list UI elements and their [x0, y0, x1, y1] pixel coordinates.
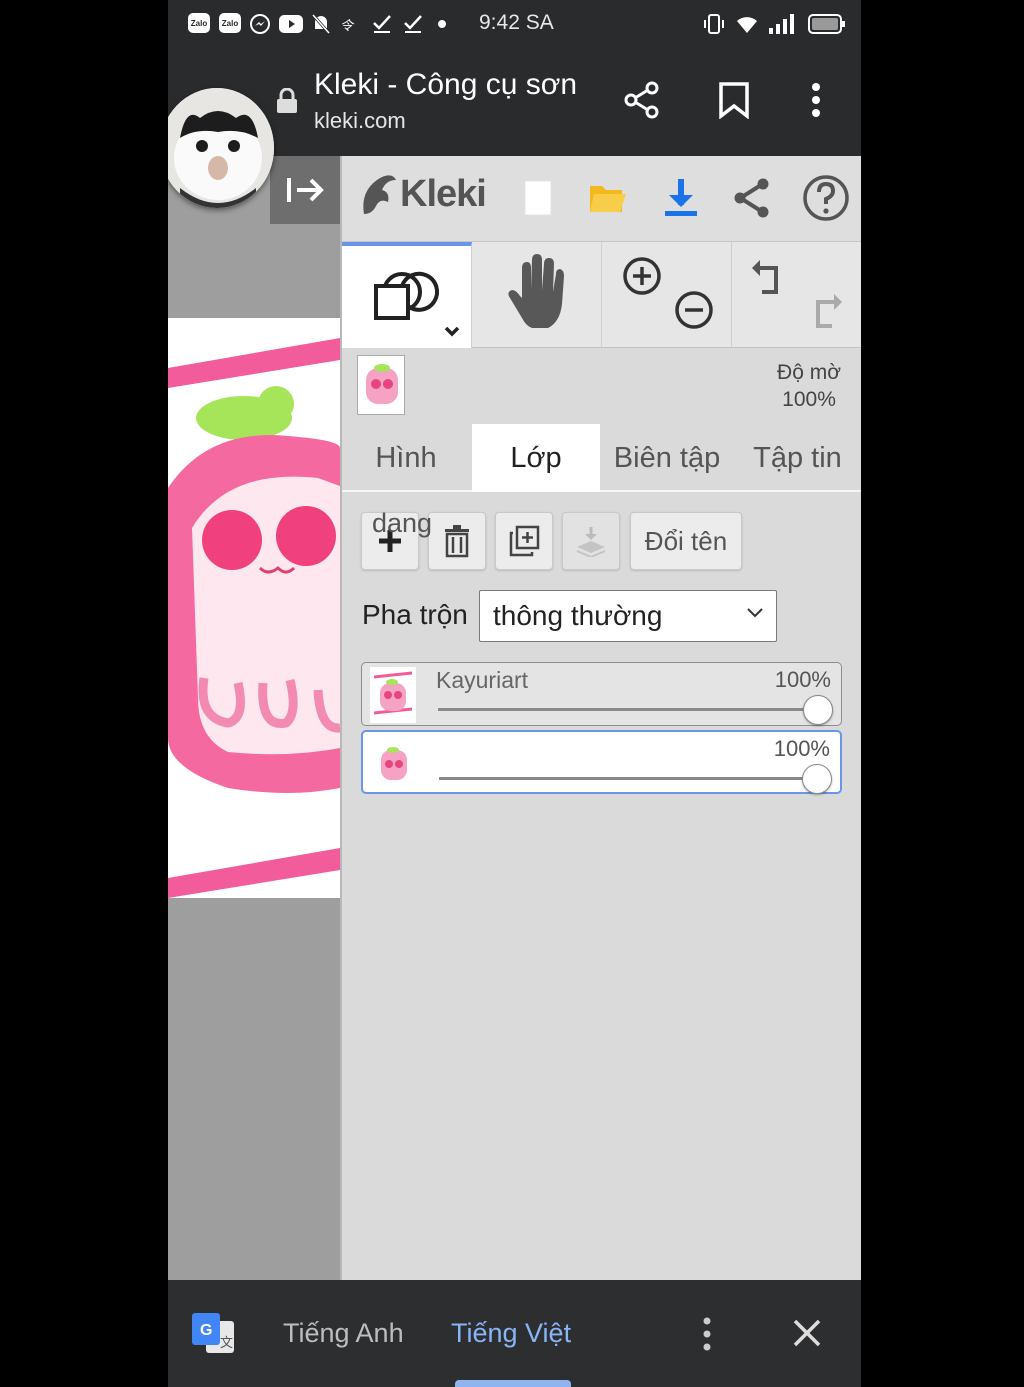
- dot-icon: [438, 13, 446, 35]
- hand-tool-button[interactable]: [472, 242, 602, 348]
- lock-icon: [276, 87, 298, 113]
- new-image-button[interactable]: [510, 168, 566, 228]
- layer-opacity-value: 100%: [773, 736, 830, 761]
- layer-thumbnail: [370, 667, 416, 723]
- layer-item-kayuriart[interactable]: Kayuriart 100%: [361, 662, 842, 726]
- blend-mode-value: thông thường: [493, 600, 663, 631]
- rename-layer-button[interactable]: Đổi tên: [630, 512, 742, 570]
- new-file-icon: [524, 180, 552, 216]
- share-button[interactable]: [620, 78, 664, 122]
- kleki-logo-icon: [363, 175, 396, 214]
- zoom-controls: [602, 242, 732, 348]
- open-file-button[interactable]: [580, 168, 636, 228]
- zoom-out-icon: [675, 291, 713, 329]
- layer-preview-thumbnail[interactable]: [357, 355, 405, 415]
- drawing-canvas[interactable]: [168, 318, 340, 898]
- undo-redo-icons: [752, 260, 842, 328]
- help-button[interactable]: [798, 168, 854, 228]
- slider-handle[interactable]: [802, 764, 832, 794]
- wifi-icon: [735, 13, 759, 35]
- zoom-icons: [623, 257, 713, 329]
- download-icon: [665, 179, 697, 216]
- more-menu-button[interactable]: [794, 78, 838, 122]
- trash-icon: [445, 525, 469, 558]
- vibrate-icon: [704, 13, 724, 35]
- svg-text:文: 文: [220, 1336, 233, 1351]
- layer-thumbnail: [371, 736, 417, 792]
- merge-layer-icon: [576, 527, 606, 557]
- clock: 9:42 SA: [479, 11, 554, 34]
- bookmark-icon: [719, 82, 749, 119]
- merge-down-button[interactable]: [562, 512, 620, 570]
- kleki-top-bar: Kleki: [342, 156, 861, 242]
- translate-menu-button[interactable]: [700, 1316, 714, 1352]
- collapse-right-icon: [287, 178, 324, 202]
- battery-icon: [808, 13, 846, 35]
- close-icon: [793, 1319, 821, 1347]
- duplicate-layer-button[interactable]: [495, 512, 553, 570]
- tab-file[interactable]: Tập tin: [732, 424, 861, 492]
- source-language-button[interactable]: Tiếng Anh: [283, 1318, 404, 1349]
- chevron-down-icon: [747, 608, 763, 618]
- duplicate-icon: [509, 525, 540, 557]
- hand-icon: [508, 254, 564, 328]
- blend-mode-select[interactable]: thông thường: [479, 590, 777, 642]
- messenger-icon: [249, 13, 271, 35]
- tab-layers[interactable]: Lớp: [472, 424, 600, 492]
- help-icon: [803, 175, 849, 221]
- folder-open-icon: [590, 186, 626, 212]
- close-translate-button[interactable]: [792, 1318, 822, 1348]
- check-icon: [403, 13, 423, 35]
- download-button[interactable]: [653, 168, 709, 228]
- phone-screen: Zalo Zalo 令 9:42 SA Kleki - Công cụ sơn …: [168, 0, 861, 1387]
- layer-name: Kayuriart: [436, 667, 529, 693]
- zalo-icon: Zalo: [219, 13, 241, 33]
- zalo-icon: Zalo: [188, 13, 210, 33]
- overlay-text: dang: [372, 508, 433, 538]
- layer-preview-row: Độ mờ 100%: [342, 349, 861, 425]
- page-title[interactable]: Kleki - Công cụ sơn: [314, 68, 577, 102]
- target-language-button[interactable]: Tiếng Việt: [451, 1318, 571, 1349]
- layer-opacity-slider[interactable]: [438, 708, 818, 711]
- blend-mode-label: Pha trộn: [362, 599, 468, 630]
- tool-row: [342, 242, 861, 348]
- undo-icon: [752, 260, 778, 294]
- kleki-side-panel: Kleki Độ mờ 100% Hình Lớp Biên tập Tập t…: [340, 156, 861, 1280]
- layer-opacity-value: 100%: [774, 667, 831, 692]
- status-bar: Zalo Zalo 令 9:42 SA: [168, 0, 861, 50]
- layer-opacity-slider[interactable]: [439, 777, 819, 780]
- history-controls: [732, 242, 861, 348]
- bell-off-icon: [311, 13, 331, 35]
- slider-handle[interactable]: [803, 695, 833, 725]
- share-icon: [624, 81, 659, 119]
- share-image-button[interactable]: [724, 168, 780, 228]
- google-translate-icon: G文: [192, 1313, 236, 1355]
- calendar-icon: 令: [340, 17, 354, 33]
- redo-icon: [816, 294, 842, 328]
- tab-shape[interactable]: Hình: [342, 424, 470, 492]
- svg-text:G: G: [200, 1322, 212, 1339]
- layer-opacity-display: Độ mờ 100%: [777, 361, 841, 411]
- shape-tool-button[interactable]: [342, 242, 472, 348]
- page-url[interactable]: kleki.com: [314, 108, 406, 134]
- toggle-panel-button[interactable]: [270, 156, 340, 224]
- check-icon: [372, 13, 392, 35]
- translate-bar: G文 Tiếng Anh Tiếng Việt: [168, 1280, 861, 1387]
- delete-layer-button[interactable]: [428, 512, 486, 570]
- tab-edit[interactable]: Biên tập: [602, 424, 732, 492]
- bookmark-button[interactable]: [712, 78, 756, 122]
- active-language-indicator: [455, 1380, 571, 1387]
- artwork-image: [168, 318, 340, 898]
- zoom-in-icon: [623, 257, 661, 295]
- more-vert-icon: [703, 1317, 711, 1351]
- share-icon: [734, 178, 769, 218]
- preview-image: [366, 364, 398, 404]
- youtube-icon: [279, 13, 303, 35]
- more-vert-icon: [812, 83, 820, 117]
- layer-item-selected[interactable]: 100%: [361, 730, 842, 794]
- kleki-logo[interactable]: Kleki: [358, 170, 487, 218]
- panel-tabs: Hình Lớp Biên tập Tập tin: [342, 424, 861, 492]
- signal-icon: [768, 13, 794, 35]
- shape-tool-icon: [374, 271, 460, 337]
